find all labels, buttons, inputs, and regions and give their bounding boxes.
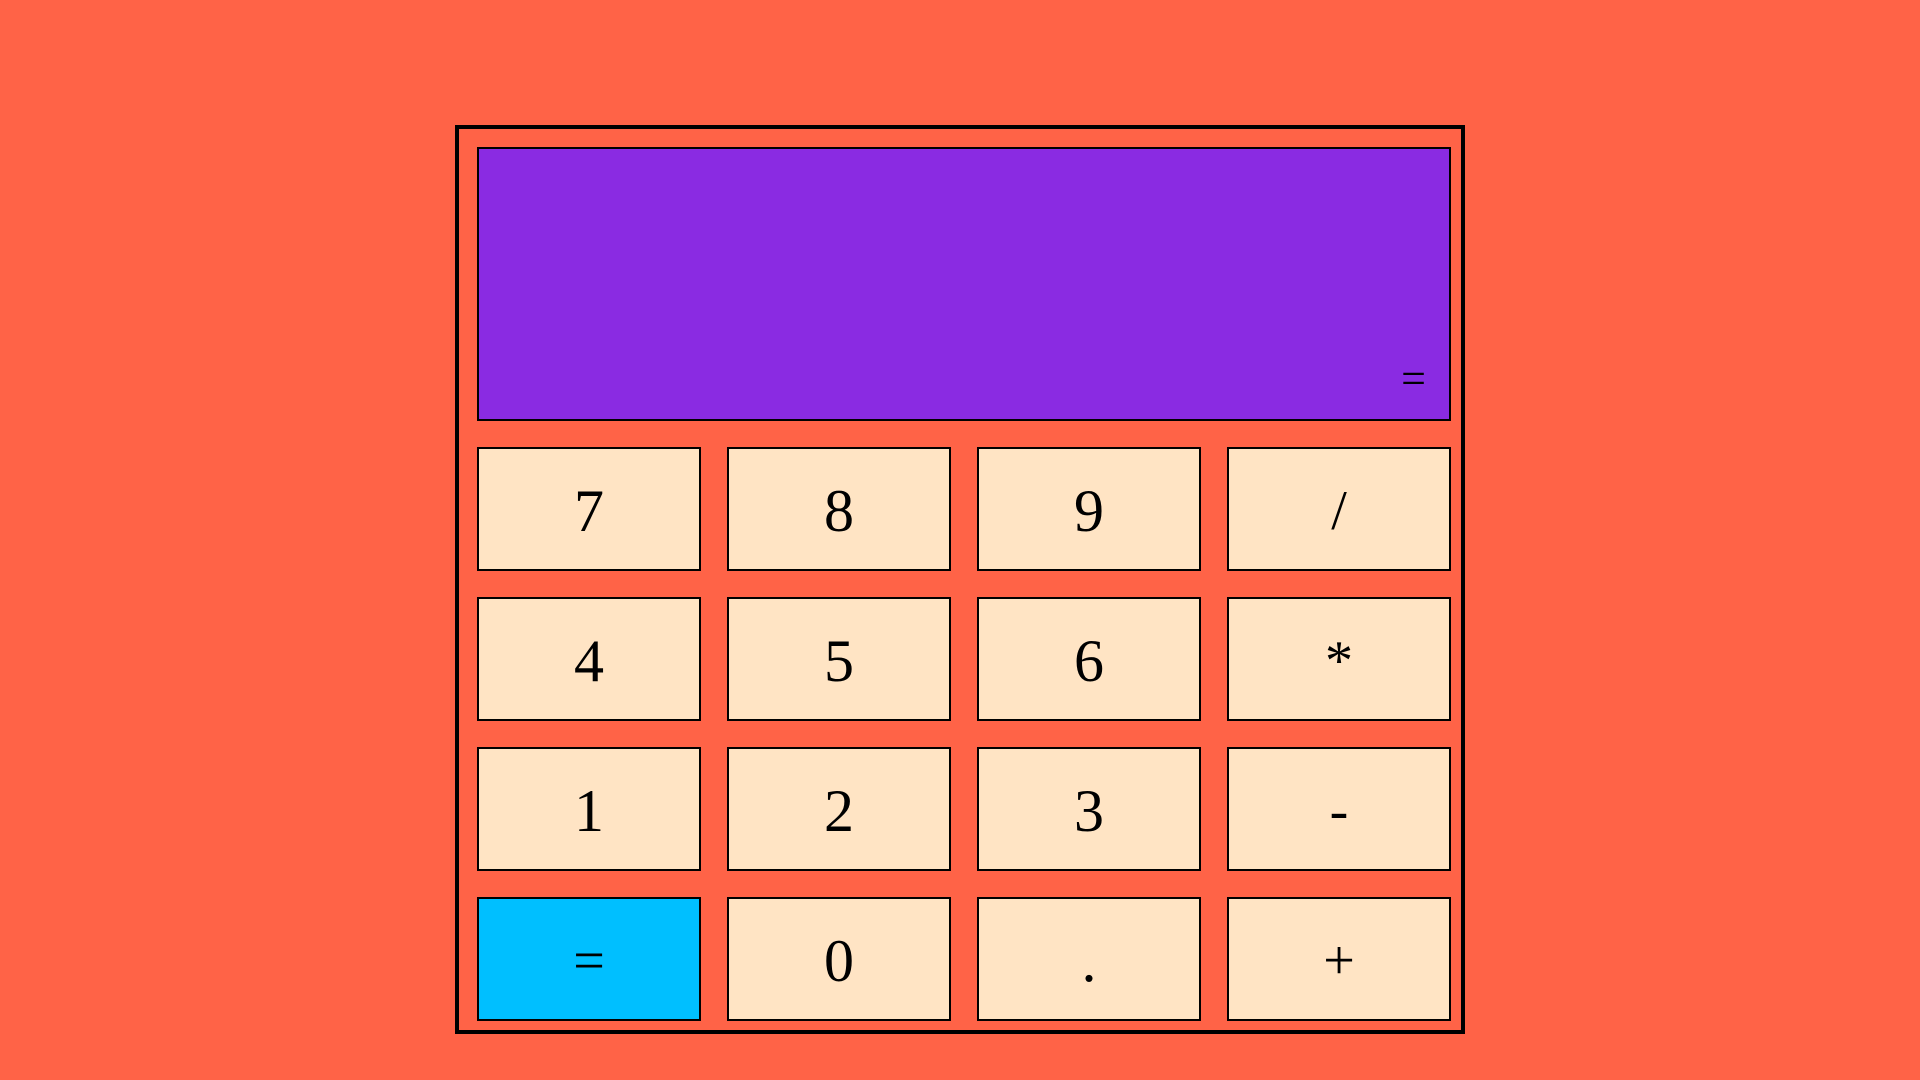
key-9-label: 9 [1074, 478, 1104, 544]
calculator: = 7 8 9 / 4 5 6 * 1 2 3 - = 0 . + [455, 125, 1465, 1034]
key-9[interactable]: 9 [977, 447, 1201, 571]
key-8[interactable]: 8 [727, 447, 951, 571]
key-6[interactable]: 6 [977, 597, 1201, 721]
key-7-label: 7 [574, 478, 604, 544]
key-4[interactable]: 4 [477, 597, 701, 721]
key-6-label: 6 [1074, 628, 1104, 694]
key-1-label: 1 [574, 778, 604, 844]
key-2-label: 2 [824, 778, 854, 844]
key-7[interactable]: 7 [477, 447, 701, 571]
key-decimal-label: . [1081, 928, 1097, 994]
key-equals-label: = [573, 930, 605, 992]
key-multiply[interactable]: * [1227, 597, 1451, 721]
key-3-label: 3 [1074, 778, 1104, 844]
key-subtract-label: - [1329, 780, 1349, 842]
key-add[interactable]: + [1227, 897, 1451, 1021]
key-decimal[interactable]: . [977, 897, 1201, 1021]
key-divide-label: / [1331, 480, 1347, 542]
key-4-label: 4 [574, 628, 604, 694]
key-subtract[interactable]: - [1227, 747, 1451, 871]
key-3[interactable]: 3 [977, 747, 1201, 871]
key-1[interactable]: 1 [477, 747, 701, 871]
key-2[interactable]: 2 [727, 747, 951, 871]
key-5[interactable]: 5 [727, 597, 951, 721]
key-add-label: + [1323, 930, 1355, 992]
key-8-label: 8 [824, 478, 854, 544]
key-0-label: 0 [824, 928, 854, 994]
calculator-display: = [477, 147, 1451, 421]
keypad: 7 8 9 / 4 5 6 * 1 2 3 - = 0 . + [477, 447, 1451, 1021]
key-multiply-label: * [1325, 630, 1353, 692]
display-text: = [1401, 354, 1426, 403]
key-divide[interactable]: / [1227, 447, 1451, 571]
key-5-label: 5 [824, 628, 854, 694]
key-0[interactable]: 0 [727, 897, 951, 1021]
key-equals[interactable]: = [477, 897, 701, 1021]
